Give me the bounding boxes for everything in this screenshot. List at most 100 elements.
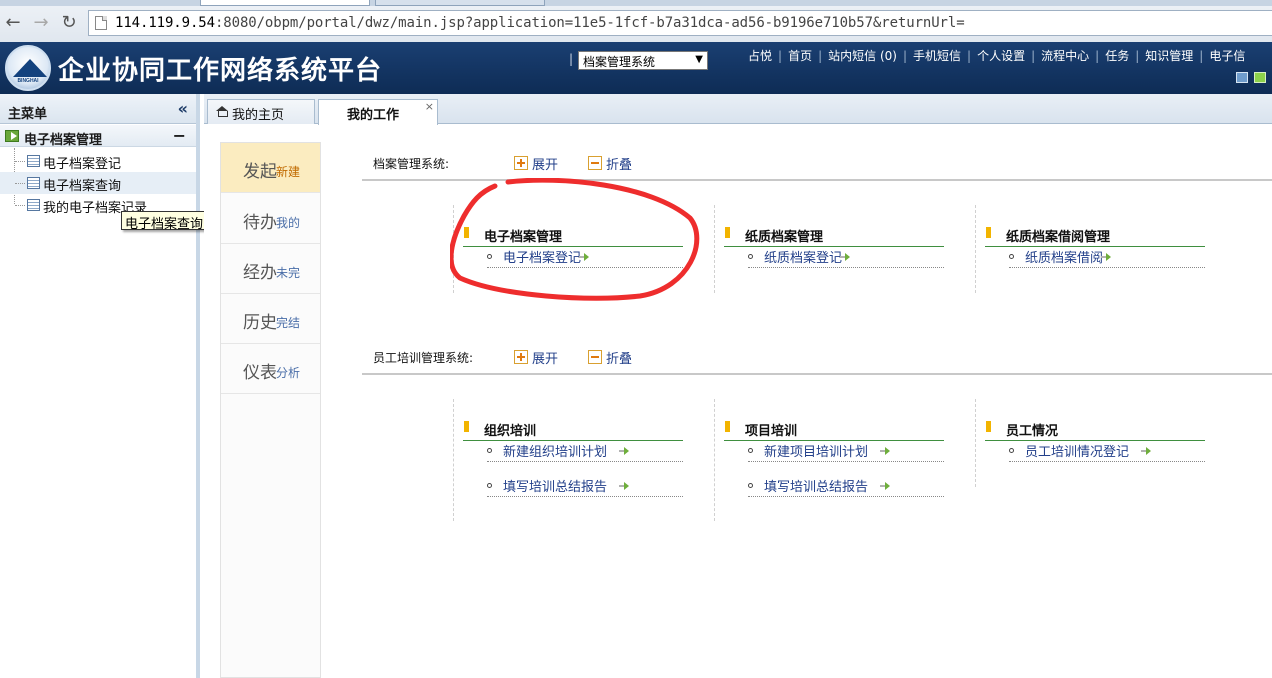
collapse-link[interactable]: 折叠 <box>606 348 632 367</box>
expand-link[interactable]: 展开 <box>532 154 558 173</box>
url-path: :8080/obpm/portal/dwz/main.jsp?applicati… <box>214 15 965 31</box>
browser-tab-active[interactable] <box>200 0 370 6</box>
nav-label: 历史 <box>243 313 277 333</box>
category-column: 组织培训 新建组织培训计划 填写培训总结报告 <box>453 399 693 523</box>
url-text[interactable]: 114.119.9.54:8080/obpm/portal/dwz/main.j… <box>115 15 965 31</box>
app-header: BINGHAI 企业协同工作网络系统平台 | 档案管理系统 ▼ 占悦 | 首页 | 站内… <box>0 42 1272 94</box>
category-title: 电子档案管理 <box>484 230 563 245</box>
process-link[interactable]: 填写培训总结报告 <box>487 475 683 497</box>
process-link[interactable]: 电子档案登记 <box>487 246 683 268</box>
logo-text: BINGHAI <box>17 78 39 84</box>
expand-link[interactable]: 展开 <box>532 348 558 367</box>
reload-icon[interactable]: ↻ <box>58 12 80 34</box>
top-link-knowledge[interactable]: 知识管理 <box>1145 49 1193 63</box>
collapse-minus-icon[interactable] <box>588 156 602 170</box>
nav-label: 待办 <box>243 213 277 233</box>
sidebar-group-archives[interactable]: 电子档案管理 − <box>0 125 196 148</box>
back-arrow-icon[interactable]: ← <box>2 12 24 34</box>
process-link-label: 新建组织培训计划 <box>503 445 608 460</box>
nav-dashboard[interactable]: 仪表 分析 <box>221 344 320 394</box>
arrow-right-icon <box>1141 446 1151 456</box>
process-link[interactable]: 纸质档案登记 <box>748 246 944 268</box>
system-select[interactable]: 档案管理系统 ▼ <box>578 51 708 70</box>
top-link-user[interactable]: 占悦 <box>748 49 772 63</box>
top-link-home[interactable]: 首页 <box>788 49 812 63</box>
sidebar-item-register[interactable]: 电子档案登记 <box>0 150 196 172</box>
nav-history[interactable]: 历史 完结 <box>221 294 320 344</box>
category-column: 电子档案管理 电子档案登记 <box>453 205 693 295</box>
browser-tab[interactable] <box>375 0 545 6</box>
nav-sublabel: 完结 <box>276 316 301 330</box>
tab-my-work[interactable]: 我的工作 × <box>318 99 438 125</box>
tooltip: 电子档案查询 <box>121 211 208 232</box>
expand-plus-icon[interactable] <box>514 156 528 170</box>
process-link[interactable]: 填写培训总结报告 <box>748 475 944 497</box>
top-link-workflow[interactable]: 流程中心 <box>1041 49 1089 63</box>
category-title: 纸质档案借阅管理 <box>1006 230 1111 245</box>
home-icon <box>216 106 228 117</box>
forward-arrow-icon[interactable]: → <box>30 12 52 34</box>
browser-tabstrip <box>0 0 1272 6</box>
collapse-sidebar-icon[interactable]: « <box>178 99 188 118</box>
sidebar: 主菜单 « 电子档案管理 − 电子档案登记 电子档案查询 我的电子档案记录 <box>0 94 200 678</box>
nav-handled[interactable]: 经办 未完 <box>221 244 320 294</box>
expand-plus-icon[interactable] <box>514 350 528 364</box>
chevron-down-icon[interactable]: ▼ <box>695 54 703 65</box>
category-column: 纸质档案借阅管理 纸质档案借阅 <box>975 205 1215 295</box>
nav-todo[interactable]: 待办 我的 <box>221 194 320 244</box>
tab-label: 我的工作 <box>347 108 400 123</box>
minus-icon[interactable]: − <box>173 126 186 145</box>
process-link-label: 员工培训情况登记 <box>1025 445 1130 460</box>
category-title: 组织培训 <box>484 424 537 439</box>
nav-sublabel: 未完 <box>276 266 301 280</box>
sidebar-item-label: 电子档案查询 <box>43 179 122 194</box>
tab-bar: 我的主页 我的工作 × <box>204 94 1272 125</box>
top-links: 占悦 | 首页 | 站内短信 (0) | 手机短信 | 个人设置 | 流程中心 | 任务 | 知识管理 | 电子… <box>748 49 1246 63</box>
category-column: 纸质档案管理 纸质档案登记 <box>714 205 954 295</box>
tab-home[interactable]: 我的主页 <box>207 99 315 124</box>
chart-icon[interactable] <box>1236 72 1248 83</box>
arrow-right-icon <box>619 481 629 491</box>
url-host: 114.119.9.54 <box>115 15 215 31</box>
main-content: 发起 新建 待办 我的 经办 未完 历史 完结 仪表 分析 档案管理系统: 展开… <box>204 125 1272 678</box>
section-title: 员工培训管理系统: <box>373 351 474 365</box>
process-link[interactable]: 新建项目培训计划 <box>748 440 944 462</box>
arrow-right-icon <box>880 446 890 456</box>
process-link-label: 电子档案登记 <box>503 251 582 266</box>
collapse-minus-icon[interactable] <box>588 350 602 364</box>
category-marker <box>725 227 730 238</box>
process-link[interactable]: 新建组织培训计划 <box>487 440 683 462</box>
table-icon <box>27 155 40 167</box>
top-link-tasks[interactable]: 任务 <box>1105 49 1129 63</box>
address-bar[interactable]: 114.119.9.54:8080/obpm/portal/dwz/main.j… <box>88 10 1272 36</box>
collapse-link[interactable]: 折叠 <box>606 154 632 173</box>
sidebar-item-query[interactable]: 电子档案查询 <box>0 172 196 194</box>
app-title: 企业协同工作网络系统平台 <box>58 56 383 86</box>
nav-sublabel: 我的 <box>276 216 301 230</box>
system-select-value: 档案管理系统 <box>583 55 656 69</box>
top-link-email[interactable]: 电子信 <box>1209 49 1245 63</box>
table-icon <box>27 177 40 189</box>
category-marker <box>725 421 730 432</box>
nav-start[interactable]: 发起 新建 <box>221 143 320 193</box>
mountain-icon <box>13 59 47 77</box>
top-link-sms[interactable]: 手机短信 <box>913 49 961 63</box>
sidebar-header: 主菜单 « <box>0 94 196 124</box>
category-marker <box>986 421 991 432</box>
process-link[interactable]: 员工培训情况登记 <box>1009 440 1205 462</box>
category-marker <box>464 421 469 432</box>
process-link-label: 纸质档案登记 <box>764 251 843 266</box>
theme-green-icon[interactable] <box>1254 72 1266 83</box>
process-link-label: 填写培训总结报告 <box>503 480 608 495</box>
table-icon <box>27 199 40 211</box>
category-title: 项目培训 <box>745 424 798 439</box>
close-icon[interactable]: × <box>425 100 434 113</box>
section-divider <box>362 179 1272 181</box>
top-link-messages[interactable]: 站内短信 (0) <box>828 49 897 63</box>
process-link[interactable]: 纸质档案借阅 <box>1009 246 1205 268</box>
arrow-right-icon <box>579 252 589 262</box>
nav-sublabel: 分析 <box>276 366 301 380</box>
nav-label: 仪表 <box>243 363 277 383</box>
process-link-label: 纸质档案借阅 <box>1025 251 1104 266</box>
top-link-settings[interactable]: 个人设置 <box>977 49 1025 63</box>
